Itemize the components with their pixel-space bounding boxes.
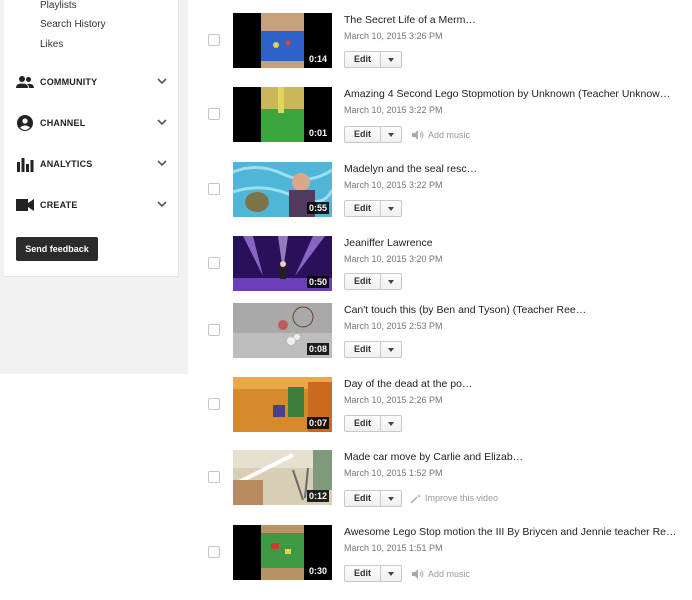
nav-section-channel[interactable]: CHANNEL <box>4 108 179 138</box>
nav-label-create: CREATE <box>40 200 78 210</box>
video-checkbox[interactable] <box>208 398 220 410</box>
nav-section-community[interactable]: COMMUNITY <box>4 67 179 97</box>
sidebar-link-search-history[interactable]: Search History <box>40 19 106 30</box>
add-music-link[interactable]: Add music <box>428 130 470 140</box>
edit-dropdown-button[interactable] <box>380 273 402 290</box>
video-duration: 0:30 <box>306 565 329 577</box>
video-checkbox[interactable] <box>208 183 220 195</box>
edit-button[interactable]: Edit <box>344 415 381 432</box>
edit-button[interactable]: Edit <box>344 126 381 143</box>
video-thumbnail[interactable]: 0:50 <box>233 236 332 291</box>
send-feedback-button[interactable]: Send feedback <box>16 237 98 261</box>
video-duration: 0:50 <box>306 276 329 288</box>
video-thumbnail[interactable]: 0:12 <box>233 450 332 505</box>
caret-down-icon <box>388 207 394 211</box>
sidebar-link-likes[interactable]: Likes <box>40 39 63 50</box>
video-thumbnail[interactable]: 0:30 <box>233 525 332 580</box>
edit-button[interactable]: Edit <box>344 200 381 217</box>
chevron-down-icon <box>157 201 167 208</box>
nav-label-community: COMMUNITY <box>40 77 98 87</box>
caret-down-icon <box>388 572 394 576</box>
video-title[interactable]: Can't touch this (by Ben and Tyson) (Tea… <box>344 304 586 316</box>
video-duration: 0:08 <box>306 343 329 355</box>
video-duration: 0:14 <box>306 53 329 65</box>
magic-wand-icon <box>410 494 421 504</box>
video-title[interactable]: Amazing 4 Second Lego Stopmotion by Unkn… <box>344 88 670 100</box>
video-duration: 0:07 <box>306 417 329 429</box>
caret-down-icon <box>388 348 394 352</box>
sidebar-link-playlists[interactable]: Playlists <box>40 0 77 11</box>
video-row: 0:55 Madelyn and the seal resc… March 10… <box>200 161 692 235</box>
edit-dropdown-button[interactable] <box>380 126 402 143</box>
channel-icon <box>17 115 33 131</box>
video-checkbox[interactable] <box>208 34 220 46</box>
edit-dropdown-button[interactable] <box>380 565 402 582</box>
video-row: 0:08 Can't touch this (by Ben and Tyson)… <box>200 302 692 376</box>
video-checkbox[interactable] <box>208 257 220 269</box>
video-title[interactable]: The Secret Life of a Merm… <box>344 14 476 26</box>
video-title[interactable]: Day of the dead at the po… <box>344 378 472 390</box>
edit-dropdown-button[interactable] <box>380 490 402 507</box>
video-date: March 10, 2015 2:26 PM <box>344 395 443 405</box>
video-row: 0:50 Jeaniffer Lawrence March 10, 2015 3… <box>200 235 692 309</box>
caret-down-icon <box>388 497 394 501</box>
video-row: 0:12 Made car move by Carlie and Elizab…… <box>200 449 692 523</box>
video-title[interactable]: Jeaniffer Lawrence <box>344 237 433 249</box>
video-duration: 0:01 <box>306 127 329 139</box>
video-row: 0:14 The Secret Life of a Merm… March 10… <box>200 12 692 86</box>
edit-button[interactable]: Edit <box>344 341 381 358</box>
edit-dropdown-button[interactable] <box>380 200 402 217</box>
video-date: March 10, 2015 3:22 PM <box>344 180 443 190</box>
caret-down-icon <box>388 58 394 62</box>
video-row: 0:07 Day of the dead at the po… March 10… <box>200 376 692 450</box>
nav-section-create[interactable]: CREATE <box>4 190 179 220</box>
video-title[interactable]: Made car move by Carlie and Elizab… <box>344 451 523 463</box>
nav-section-analytics[interactable]: ANALYTICS <box>4 149 179 179</box>
video-date: March 10, 2015 3:22 PM <box>344 105 443 115</box>
video-checkbox[interactable] <box>208 546 220 558</box>
video-thumbnail[interactable]: 0:14 <box>233 13 332 68</box>
video-thumbnail[interactable]: 0:55 <box>233 162 332 217</box>
create-icon <box>16 199 34 211</box>
video-thumbnail[interactable]: 0:07 <box>233 377 332 432</box>
analytics-icon <box>17 158 34 172</box>
speaker-icon <box>412 569 424 579</box>
video-checkbox[interactable] <box>208 324 220 336</box>
video-thumbnail[interactable]: 0:01 <box>233 87 332 142</box>
edit-button[interactable]: Edit <box>344 51 381 68</box>
community-icon <box>16 76 34 88</box>
chevron-down-icon <box>157 119 167 126</box>
video-duration: 0:12 <box>306 490 329 502</box>
nav-label-channel: CHANNEL <box>40 118 86 128</box>
edit-button[interactable]: Edit <box>344 565 381 582</box>
video-thumbnail[interactable]: 0:08 <box>233 303 332 358</box>
chevron-down-icon <box>157 160 167 167</box>
video-checkbox[interactable] <box>208 108 220 120</box>
caret-down-icon <box>388 133 394 137</box>
video-row: 0:01 Amazing 4 Second Lego Stopmotion by… <box>200 86 692 160</box>
video-date: March 10, 2015 2:53 PM <box>344 321 443 331</box>
video-title[interactable]: Awesome Lego Stop motion the III By Briy… <box>344 526 677 538</box>
sidebar: Playlists Search History Likes COMMUNITY… <box>4 0 179 277</box>
chevron-down-icon <box>157 78 167 85</box>
edit-button[interactable]: Edit <box>344 490 381 507</box>
video-duration: 0:55 <box>306 202 329 214</box>
improve-video-link[interactable]: Improve this video <box>425 493 498 503</box>
video-date: March 10, 2015 1:51 PM <box>344 543 443 553</box>
video-title[interactable]: Madelyn and the seal resc… <box>344 163 477 175</box>
add-music-link[interactable]: Add music <box>428 569 470 579</box>
video-date: March 10, 2015 3:20 PM <box>344 254 443 264</box>
video-row: 0:30 Awesome Lego Stop motion the III By… <box>200 524 692 598</box>
caret-down-icon <box>388 280 394 284</box>
caret-down-icon <box>388 422 394 426</box>
edit-dropdown-button[interactable] <box>380 341 402 358</box>
video-date: March 10, 2015 3:26 PM <box>344 31 443 41</box>
edit-button[interactable]: Edit <box>344 273 381 290</box>
video-date: March 10, 2015 1:52 PM <box>344 468 443 478</box>
edit-dropdown-button[interactable] <box>380 415 402 432</box>
edit-dropdown-button[interactable] <box>380 51 402 68</box>
speaker-icon <box>412 130 424 140</box>
video-checkbox[interactable] <box>208 471 220 483</box>
nav-label-analytics: ANALYTICS <box>40 159 93 169</box>
